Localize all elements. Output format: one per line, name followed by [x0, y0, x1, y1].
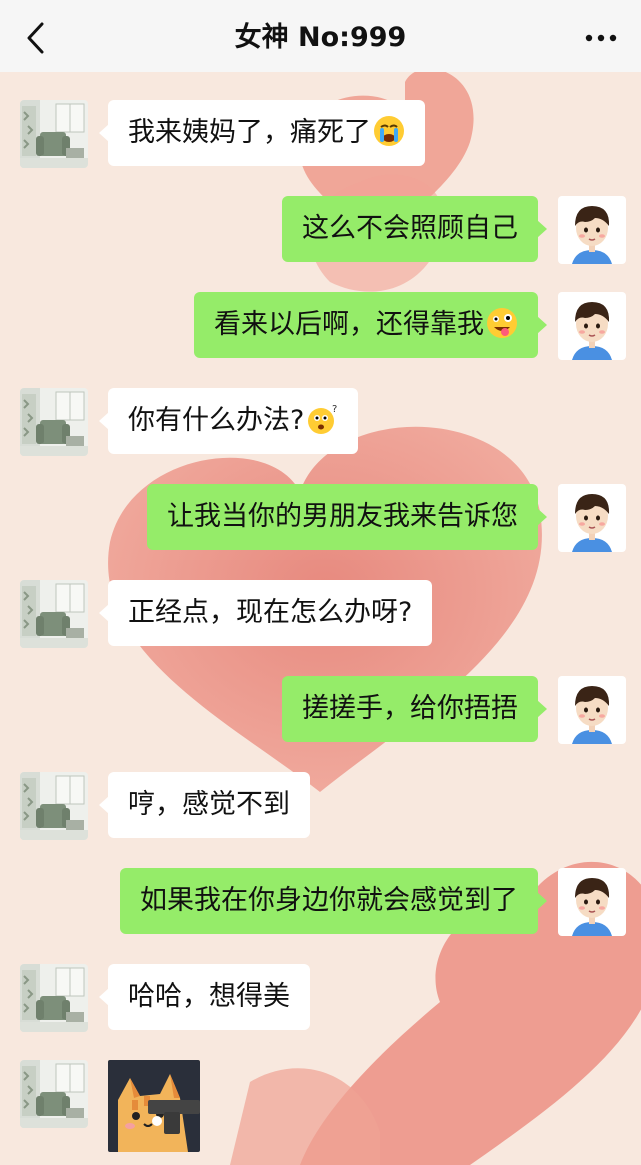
message-row: 让我当你的男朋友我来告诉您 — [0, 484, 641, 552]
boy-cartoon-avatar-image — [558, 292, 626, 360]
sent-message-bubble[interactable]: 如果我在你身边你就会感觉到了 — [120, 868, 547, 934]
received-message-bubble[interactable]: 我来姨妈了，痛死了 — [99, 100, 425, 166]
boy-cartoon-avatar-image — [558, 196, 626, 264]
room-photo-avatar-image — [20, 580, 88, 648]
received-message-bubble[interactable]: 你有什么办法?? — [98, 388, 359, 454]
crying-face-icon — [374, 115, 404, 146]
contact-avatar[interactable] — [20, 580, 88, 648]
received-message-bubble[interactable]: 哼，感觉不到 — [99, 772, 310, 838]
message-text: 正经点，现在怎么办呀? — [128, 597, 413, 628]
message-row: 搓搓手，给你捂捂 — [0, 676, 641, 744]
cat-with-gun-sticker[interactable] — [108, 1060, 200, 1152]
contact-avatar[interactable] — [20, 1060, 88, 1128]
message-text: 看来以后啊，还得靠我 — [214, 309, 484, 340]
message-text: 哈哈，想得美 — [128, 981, 290, 1012]
contact-avatar[interactable] — [20, 772, 88, 840]
thinking-face-icon: ? — [308, 404, 338, 434]
sent-message-bubble[interactable]: 看来以后啊，还得靠我 — [194, 292, 547, 358]
my-avatar[interactable] — [558, 196, 626, 264]
boy-cartoon-avatar-image — [558, 484, 626, 552]
my-avatar[interactable] — [558, 868, 626, 936]
sent-message-bubble[interactable]: 搓搓手，给你捂捂 — [282, 676, 547, 742]
room-photo-avatar-image — [20, 388, 88, 456]
message-row: 你有什么办法?? — [0, 388, 641, 456]
my-avatar[interactable] — [558, 292, 626, 360]
message-text: 我来姨妈了，痛死了 — [128, 117, 371, 148]
message-text: 如果我在你身边你就会感觉到了 — [140, 885, 518, 916]
room-photo-avatar-image — [20, 1060, 88, 1128]
chat-header: 女神 No:999 — [0, 0, 641, 72]
message-row: 我来姨妈了，痛死了 — [0, 100, 641, 168]
boy-cartoon-avatar-image — [558, 676, 626, 744]
message-row: 正经点，现在怎么办呀? — [0, 580, 641, 648]
message-text: 让我当你的男朋友我来告诉您 — [167, 501, 518, 532]
received-message-bubble[interactable]: 正经点，现在怎么办呀? — [98, 580, 433, 646]
my-avatar[interactable] — [558, 676, 626, 744]
received-message-bubble[interactable]: 哈哈，想得美 — [99, 964, 310, 1030]
contact-avatar[interactable] — [20, 964, 88, 1032]
message-row: 哈哈，想得美 — [0, 964, 641, 1032]
message-text: 你有什么办法? — [128, 405, 305, 436]
more-options-button[interactable] — [583, 26, 619, 50]
contact-avatar[interactable] — [20, 100, 88, 168]
message-row: 如果我在你身边你就会感觉到了 — [0, 868, 641, 936]
message-row: 看来以后啊，还得靠我 — [0, 292, 641, 360]
message-text: 搓搓手，给你捂捂 — [302, 693, 518, 724]
message-row — [0, 1060, 641, 1152]
more-dots-icon — [585, 34, 617, 42]
message-text: 这么不会照顾自己 — [302, 213, 518, 244]
message-list[interactable]: 我来姨妈了，痛死了 这么不会照顾自己 看来以后啊，还得靠我 你有什么办法?? 让… — [0, 72, 641, 1165]
my-avatar[interactable] — [558, 484, 626, 552]
room-photo-avatar-image — [20, 964, 88, 1032]
chat-title: 女神 No:999 — [234, 22, 407, 53]
room-photo-avatar-image — [20, 772, 88, 840]
message-row: 哼，感觉不到 — [0, 772, 641, 840]
message-row: 这么不会照顾自己 — [0, 196, 641, 264]
message-text: 哼，感觉不到 — [128, 789, 290, 820]
zany-face-icon — [487, 307, 517, 338]
room-photo-avatar-image — [20, 100, 88, 168]
sent-message-bubble[interactable]: 这么不会照顾自己 — [282, 196, 547, 262]
boy-cartoon-avatar-image — [558, 868, 626, 936]
sent-message-bubble[interactable]: 让我当你的男朋友我来告诉您 — [147, 484, 547, 550]
contact-avatar[interactable] — [20, 388, 88, 456]
cat-gun-sticker-icon — [108, 1060, 200, 1152]
svg-text:?: ? — [332, 404, 337, 415]
